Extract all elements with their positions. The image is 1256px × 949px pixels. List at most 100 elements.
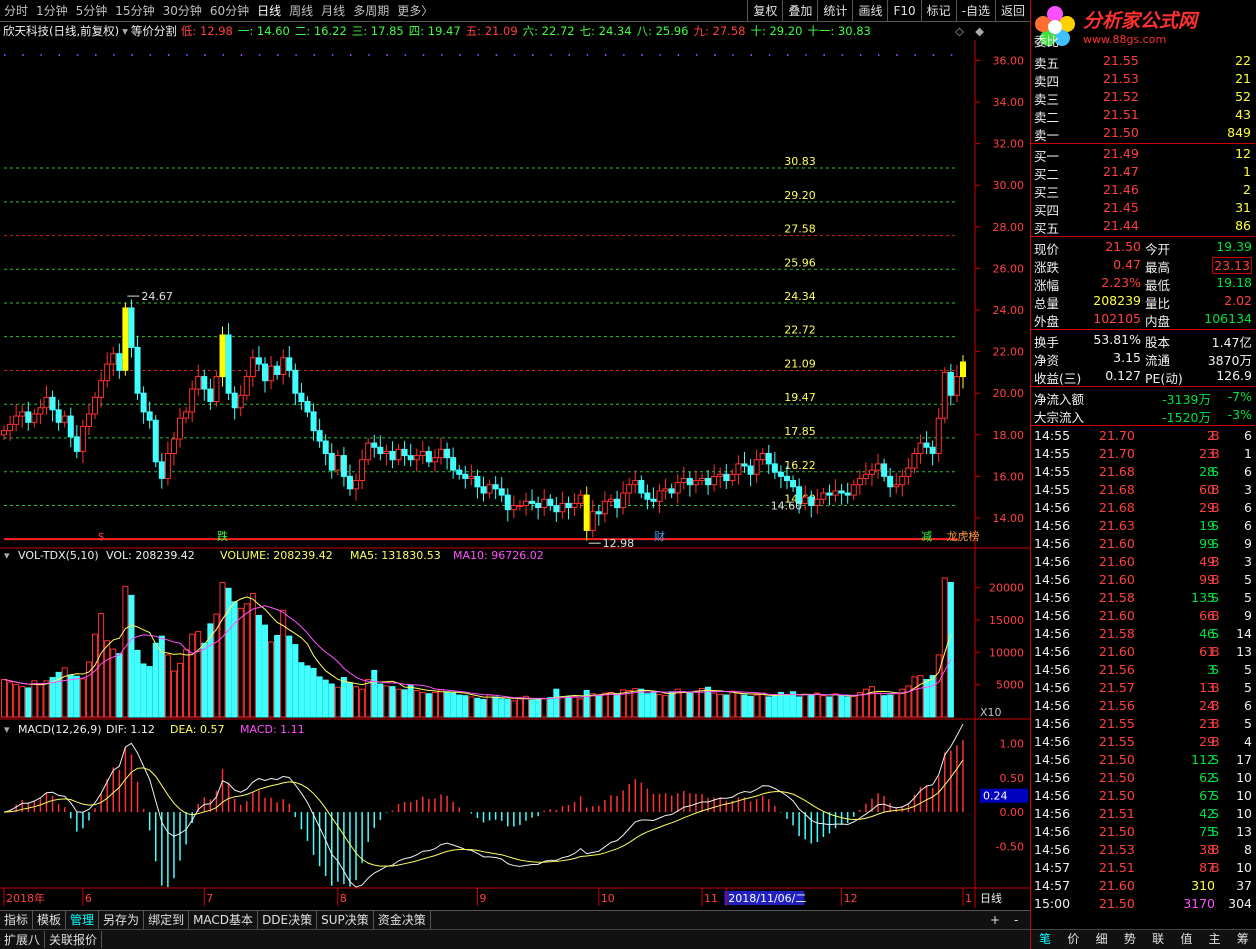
volume-bar[interactable]: [419, 691, 426, 718]
volume-bar[interactable]: [128, 594, 135, 718]
candle-body[interactable]: [249, 357, 256, 378]
candle-body[interactable]: [292, 369, 299, 394]
volume-bar[interactable]: [261, 624, 268, 718]
volume-bar[interactable]: [686, 692, 693, 718]
volume-bar[interactable]: [577, 698, 584, 718]
volume-bar[interactable]: [67, 674, 74, 718]
volume-bar[interactable]: [777, 691, 784, 718]
volume-bar[interactable]: [783, 695, 790, 718]
candle-body[interactable]: [359, 459, 366, 482]
candle-body[interactable]: [37, 407, 44, 415]
candle-body[interactable]: [213, 376, 220, 403]
candle-body[interactable]: [583, 494, 590, 531]
candle-body[interactable]: [547, 498, 554, 506]
candle-body[interactable]: [850, 484, 857, 496]
candle-body[interactable]: [887, 475, 894, 488]
volume-bar[interactable]: [274, 635, 281, 718]
volume-bar[interactable]: [413, 689, 420, 718]
volume-bar[interactable]: [814, 692, 821, 718]
candle-body[interactable]: [183, 411, 190, 419]
volume-bar[interactable]: [771, 695, 778, 718]
candle-body[interactable]: [431, 457, 438, 463]
volume-bar[interactable]: [595, 694, 602, 718]
candle-body[interactable]: [711, 475, 718, 486]
candle-body[interactable]: [407, 455, 414, 461]
volume-bar[interactable]: [346, 682, 353, 718]
volume-bar[interactable]: [7, 681, 14, 718]
indicator-tab[interactable]: DDE决策: [258, 911, 318, 929]
volume-bar[interactable]: [735, 691, 742, 718]
indicator-tab[interactable]: 绑定到: [144, 911, 190, 929]
candle-body[interactable]: [856, 477, 863, 486]
candle-body[interactable]: [55, 409, 62, 423]
volume-bar[interactable]: [838, 695, 845, 718]
indicator-tab[interactable]: 另存为: [99, 911, 145, 929]
volume-bar[interactable]: [614, 693, 621, 718]
candle-body[interactable]: [929, 446, 936, 455]
indicator-name[interactable]: 等价分割: [131, 23, 177, 39]
period-tab[interactable]: 5分钟: [72, 2, 112, 19]
volume-bar[interactable]: [583, 689, 590, 718]
candle-body[interactable]: [322, 440, 329, 455]
candle-body[interactable]: [911, 453, 918, 469]
candle-body[interactable]: [838, 490, 845, 494]
volume-bar[interactable]: [237, 607, 244, 718]
volume-bar[interactable]: [316, 676, 323, 718]
candle-body[interactable]: [231, 392, 238, 409]
candle-body[interactable]: [899, 475, 906, 486]
volume-bar[interactable]: [183, 649, 190, 718]
candle-body[interactable]: [692, 480, 699, 486]
volume-bar[interactable]: [322, 679, 329, 718]
candle-body[interactable]: [844, 492, 851, 496]
quote-panel-tab[interactable]: 主: [1201, 930, 1229, 949]
candle-body[interactable]: [486, 484, 493, 494]
candle-body[interactable]: [13, 415, 20, 425]
volume-bar[interactable]: [875, 692, 882, 718]
period-tab[interactable]: 15分钟: [111, 2, 158, 19]
candle-body[interactable]: [699, 477, 706, 482]
candle-body[interactable]: [650, 498, 657, 502]
candle-body[interactable]: [31, 413, 38, 423]
candle-body[interactable]: [644, 492, 651, 500]
volume-bar[interactable]: [650, 692, 657, 718]
volume-bar[interactable]: [13, 684, 20, 718]
quote-panel-tab[interactable]: 价: [1059, 930, 1087, 949]
candle-body[interactable]: [85, 413, 92, 427]
volume-bar[interactable]: [431, 691, 438, 718]
candle-body[interactable]: [104, 363, 111, 382]
indicator-tab[interactable]: SUP决策: [317, 911, 374, 929]
candle-body[interactable]: [255, 357, 262, 365]
indicator-tab[interactable]: 资金决策: [374, 911, 431, 929]
volume-bar[interactable]: [607, 691, 614, 718]
period-tab[interactable]: 30分钟: [159, 2, 206, 19]
period-tab[interactable]: 周线: [285, 2, 317, 19]
volume-bar[interactable]: [104, 640, 111, 718]
volume-bar[interactable]: [401, 689, 408, 718]
candle-body[interactable]: [541, 498, 548, 509]
candle-body[interactable]: [717, 473, 724, 477]
volume-bar[interactable]: [638, 688, 645, 718]
candle-body[interactable]: [401, 448, 408, 457]
candle-body[interactable]: [656, 490, 663, 502]
candle-body[interactable]: [304, 401, 311, 413]
volume-bar[interactable]: [717, 693, 724, 718]
candle-body[interactable]: [468, 475, 475, 479]
candle-body[interactable]: [371, 442, 378, 448]
candle-body[interactable]: [19, 411, 26, 417]
candle-body[interactable]: [765, 453, 772, 465]
volume-bar[interactable]: [389, 686, 396, 718]
volume-bar[interactable]: [808, 693, 815, 718]
volume-bar[interactable]: [893, 693, 900, 718]
volume-bar[interactable]: [850, 695, 857, 718]
candle-body[interactable]: [723, 473, 730, 482]
volume-bar[interactable]: [304, 665, 311, 718]
volume-bar[interactable]: [268, 641, 275, 718]
period-tab[interactable]: 月线: [317, 2, 349, 19]
tool-button[interactable]: 统计: [817, 0, 852, 22]
candle-body[interactable]: [935, 417, 942, 455]
candle-body[interactable]: [334, 455, 341, 471]
candle-body[interactable]: [814, 498, 821, 506]
candle-body[interactable]: [310, 411, 317, 432]
candle-body[interactable]: [881, 463, 888, 477]
candle-body[interactable]: [492, 484, 499, 490]
